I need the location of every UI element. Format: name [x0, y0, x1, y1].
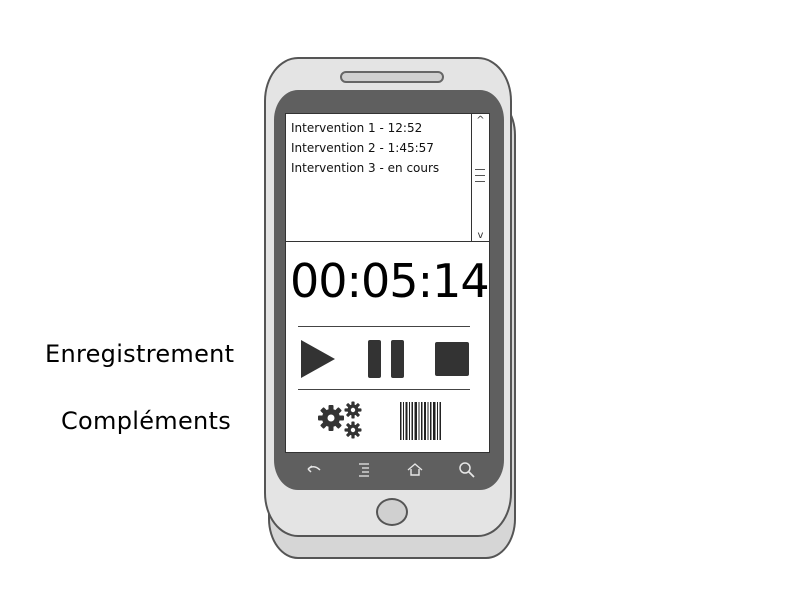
divider — [298, 326, 470, 327]
barcode-icon[interactable] — [399, 402, 443, 440]
play-icon[interactable] — [301, 340, 335, 378]
intervention-list[interactable]: Intervention 1 - 12:52 Intervention 2 - … — [286, 114, 489, 242]
phone-speaker — [340, 71, 444, 83]
list-item[interactable]: Intervention 3 - en cours — [291, 158, 439, 178]
search-icon[interactable] — [457, 460, 477, 480]
home-icon[interactable] — [405, 460, 425, 480]
scrollbar-thumb[interactable] — [475, 164, 485, 194]
stop-icon[interactable] — [435, 342, 469, 376]
chevron-down-icon[interactable]: v — [475, 230, 486, 241]
pause-icon[interactable] — [368, 340, 404, 378]
complements-label: Compléments — [61, 407, 232, 435]
chevron-up-icon[interactable]: ^ — [475, 115, 486, 126]
back-icon[interactable] — [304, 460, 324, 480]
divider — [298, 389, 470, 390]
timer-display: 00:05:14 — [290, 254, 490, 308]
list-item[interactable]: Intervention 1 - 12:52 — [291, 118, 439, 138]
menu-icon[interactable] — [354, 460, 374, 480]
hardware-home-button[interactable] — [376, 498, 408, 526]
recording-label: Enregistrement — [45, 340, 235, 368]
gears-icon[interactable] — [316, 399, 366, 441]
list-scrollbar[interactable]: ^ v — [471, 114, 488, 242]
list-item[interactable]: Intervention 2 - 1:45:57 — [291, 138, 439, 158]
